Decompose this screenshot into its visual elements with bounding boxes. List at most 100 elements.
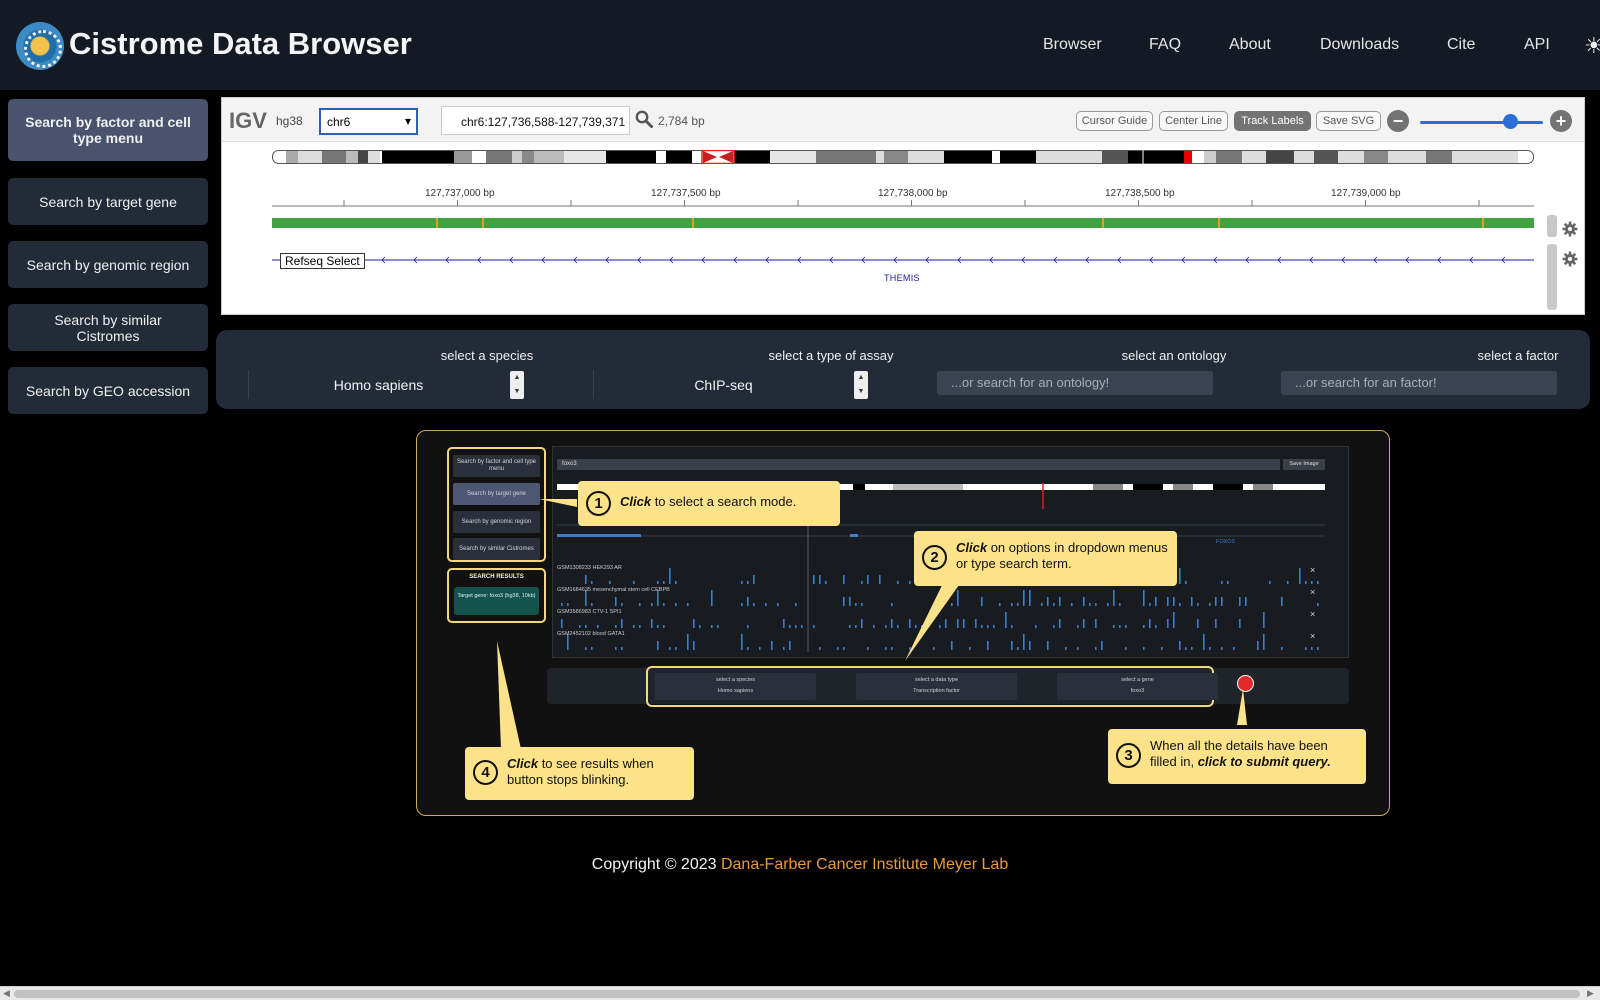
sequence-base bbox=[968, 218, 970, 228]
gear-icon[interactable] bbox=[1562, 251, 1578, 267]
sequence-base bbox=[954, 218, 956, 228]
locus-input[interactable]: chr6:127,736,588-127,739,371 bbox=[441, 106, 630, 135]
sequence-base bbox=[862, 218, 864, 228]
ruler-tick-label: 127,737,500 bp bbox=[651, 188, 721, 199]
nav-browser[interactable]: Browser bbox=[1043, 36, 1102, 54]
sequence-base bbox=[526, 218, 528, 228]
sequence-base bbox=[1372, 218, 1374, 228]
sequence-base bbox=[588, 218, 590, 228]
assay-select[interactable]: ChIP-seq bbox=[593, 370, 853, 399]
sequence-base bbox=[1056, 218, 1058, 228]
chevron-down-icon[interactable]: ▼ bbox=[854, 385, 868, 399]
sequence-base bbox=[1150, 218, 1152, 228]
sequence-base bbox=[1080, 218, 1082, 228]
sequence-base bbox=[586, 218, 588, 228]
sequence-base bbox=[1148, 218, 1150, 228]
sequence-base bbox=[1074, 218, 1076, 228]
species-select[interactable]: Homo sapiens bbox=[248, 370, 508, 399]
ontology-search-input[interactable]: ...or search for an ontology! bbox=[937, 371, 1213, 395]
sequence-base bbox=[950, 218, 952, 228]
nav-downloads[interactable]: Downloads bbox=[1320, 36, 1399, 54]
ideogram-band bbox=[992, 151, 1000, 163]
sequence-base bbox=[1298, 218, 1300, 228]
cistrome-logo-icon[interactable] bbox=[16, 22, 64, 70]
sidebar-item-genomic-region[interactable]: Search by genomic region bbox=[8, 241, 208, 288]
track-labels-button[interactable]: Track Labels bbox=[1234, 111, 1311, 131]
sequence-base bbox=[1054, 218, 1056, 228]
sequence-base bbox=[758, 218, 760, 228]
sequence-base bbox=[590, 218, 592, 228]
sequence-base bbox=[802, 218, 804, 228]
brand-title[interactable]: Cistrome Data Browser bbox=[69, 26, 412, 62]
sequence-base bbox=[830, 218, 832, 228]
sequence-base bbox=[1520, 218, 1522, 228]
horizontal-scrollbar[interactable]: ◀ ▶ bbox=[0, 986, 1600, 1000]
sequence-base bbox=[878, 218, 880, 228]
factor-search-input[interactable]: ...or search for an factor! bbox=[1281, 371, 1557, 395]
chromosome-select[interactable]: chr6 bbox=[319, 108, 418, 135]
assay-spinner[interactable]: ▲ ▼ bbox=[854, 371, 868, 399]
scroll-right-icon[interactable]: ▶ bbox=[1587, 988, 1594, 999]
sidebar-item-factor-cell-type[interactable]: Search by factor and cell type menu bbox=[8, 99, 208, 161]
gear-icon[interactable] bbox=[1562, 221, 1578, 237]
sequence-base bbox=[358, 218, 360, 228]
nav-cite[interactable]: Cite bbox=[1447, 36, 1475, 54]
sequence-base bbox=[1178, 218, 1180, 228]
sun-icon[interactable]: ☀ bbox=[1584, 33, 1600, 59]
scrollbar-thumb[interactable] bbox=[14, 990, 1580, 998]
nav-about[interactable]: About bbox=[1229, 36, 1271, 54]
chromosome-ideogram[interactable] bbox=[272, 150, 1534, 164]
sidebar-item-geo-accession[interactable]: Search by GEO accession bbox=[8, 367, 208, 414]
track-drag-handle[interactable] bbox=[1547, 244, 1557, 310]
nav-api[interactable]: API bbox=[1524, 36, 1550, 54]
gene-name-label[interactable]: THEMIS bbox=[884, 273, 920, 283]
sequence-base bbox=[1398, 218, 1400, 228]
sequence-base bbox=[798, 218, 800, 228]
zoom-slider-thumb[interactable] bbox=[1503, 114, 1518, 129]
sequence-base bbox=[538, 218, 540, 228]
sequence-base bbox=[930, 218, 932, 228]
nav-faq[interactable]: FAQ bbox=[1149, 36, 1181, 54]
sequence-base bbox=[1000, 218, 1002, 228]
species-spinner[interactable]: ▲ ▼ bbox=[510, 371, 524, 399]
zoom-out-icon[interactable]: − bbox=[1387, 110, 1409, 132]
sequence-base bbox=[660, 218, 662, 228]
sequence-base bbox=[676, 218, 678, 228]
zoom-in-icon[interactable]: + bbox=[1550, 110, 1572, 132]
sequence-base bbox=[1342, 218, 1344, 228]
track-drag-handle[interactable] bbox=[1547, 215, 1557, 237]
callout-step-1: 1 Click to select a search mode. bbox=[578, 481, 840, 526]
search-icon[interactable] bbox=[635, 110, 653, 128]
sequence-base bbox=[784, 218, 786, 228]
sequence-base bbox=[882, 218, 884, 228]
sequence-base bbox=[904, 218, 906, 228]
chevron-up-icon[interactable]: ▲ bbox=[854, 371, 868, 385]
chevron-down-icon[interactable]: ▼ bbox=[510, 385, 524, 399]
ideogram-band bbox=[1364, 151, 1388, 163]
save-svg-button[interactable]: Save SVG bbox=[1316, 111, 1381, 131]
sidebar-item-similar-cistromes[interactable]: Search by similar Cistromes bbox=[8, 304, 208, 351]
sequence-base bbox=[986, 218, 988, 228]
sequence-base bbox=[1524, 218, 1526, 228]
sequence-base bbox=[372, 218, 374, 228]
sidebar-item-target-gene[interactable]: Search by target gene bbox=[8, 178, 208, 225]
sequence-base bbox=[776, 218, 778, 228]
sequence-base bbox=[1438, 218, 1440, 228]
chevron-up-icon[interactable]: ▲ bbox=[510, 371, 524, 385]
org-link[interactable]: Dana-Farber Cancer Institute Meyer Lab bbox=[721, 856, 1008, 873]
sequence-base bbox=[1368, 218, 1370, 228]
sequence-base bbox=[1048, 218, 1050, 228]
sequence-base bbox=[1510, 218, 1512, 228]
cursor-guide-button[interactable]: Cursor Guide bbox=[1076, 111, 1153, 131]
sequence-base bbox=[1484, 218, 1486, 228]
center-line-button[interactable]: Center Line bbox=[1159, 111, 1228, 131]
sequence-base bbox=[788, 218, 790, 228]
sequence-base bbox=[1058, 218, 1060, 228]
sequence-base bbox=[630, 218, 632, 228]
sequence-base bbox=[1422, 218, 1424, 228]
sequence-base bbox=[988, 218, 990, 228]
zoom-slider[interactable] bbox=[1420, 121, 1543, 124]
sequence-base bbox=[540, 218, 542, 228]
scroll-left-icon[interactable]: ◀ bbox=[3, 988, 10, 999]
sequence-base bbox=[442, 218, 444, 228]
